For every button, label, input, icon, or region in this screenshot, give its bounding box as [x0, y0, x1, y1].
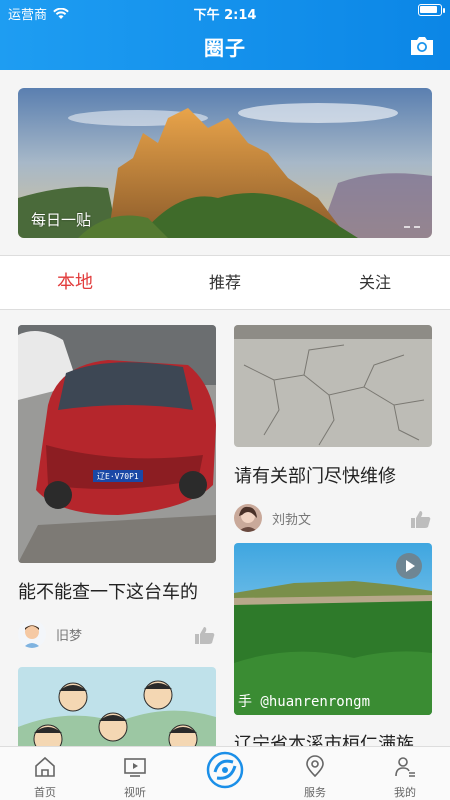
post-video[interactable]: 手 @huanrenrongm — [234, 543, 432, 715]
home-icon — [35, 756, 55, 777]
nav-label: 首页 — [34, 786, 56, 799]
post-meta: 旧梦 — [18, 619, 216, 649]
avatar-cartoon-man-icon — [18, 620, 46, 648]
header-bar: 运营商 下午 2:14 圈子 — [0, 0, 450, 70]
battery-fill — [420, 6, 438, 13]
post-image[interactable] — [234, 325, 432, 447]
status-right — [418, 4, 445, 16]
feed-column-left: 辽E·V70P1 能不能查一下这台车的 旧梦 — [18, 325, 216, 746]
status-bar: 运营商 下午 2:14 — [0, 0, 450, 23]
tab-bar: 本地 推荐 关注 — [0, 255, 450, 310]
post-title[interactable]: 能不能查一下这台车的 — [18, 581, 216, 605]
nav-service[interactable]: 服务 — [270, 747, 360, 800]
tab-recommend[interactable]: 推荐 — [150, 256, 300, 309]
nav-home[interactable]: 首页 — [0, 747, 90, 800]
svg-text:辽E·V70P1: 辽E·V70P1 — [97, 472, 139, 481]
avatar[interactable] — [18, 620, 46, 648]
content-area: 每日一贴 本地 推荐 关注 辽E·V70P1 能不能查一下这台车的 旧梦 请有关… — [0, 70, 450, 746]
cartoon-faces-photo — [18, 667, 216, 746]
post-title[interactable]: 请有关部门尽快维修 — [234, 465, 432, 489]
battery-icon — [418, 4, 445, 16]
author-name[interactable]: 旧梦 — [56, 625, 82, 644]
banner-caption: 每日一贴 — [31, 211, 92, 229]
pagination-dot — [414, 226, 420, 228]
circle-logo-icon — [206, 751, 244, 789]
post-card[interactable]: 请有关部门尽快维修 刘勃文 — [234, 325, 432, 533]
post-card[interactable] — [18, 667, 216, 746]
tv-icon — [124, 758, 146, 777]
thumbs-up-icon[interactable] — [194, 625, 216, 645]
avatar-photo-icon — [234, 504, 262, 532]
banner[interactable]: 每日一贴 — [18, 88, 432, 238]
thumbs-up-icon[interactable] — [410, 509, 432, 529]
video-watermark: 手 @huanrenrongm — [238, 694, 371, 710]
post-card[interactable]: 手 @huanrenrongm 辽宁省本溪市桓仁满族 — [234, 543, 432, 746]
profile-icon — [395, 757, 415, 777]
tab-follow[interactable]: 关注 — [300, 256, 450, 309]
nav-label: 视听 — [124, 786, 146, 799]
post-image[interactable] — [18, 667, 216, 746]
feed-column-right: 请有关部门尽快维修 刘勃文 手 @huanrenrongm 辽宁省本溪市桓仁满族 — [234, 325, 432, 746]
camera-icon[interactable] — [408, 32, 436, 60]
red-car-photo: 辽E·V70P1 — [18, 325, 216, 563]
avatar[interactable] — [234, 504, 262, 532]
app-root: 运营商 下午 2:14 圈子 每日一贴 本地 推荐 关注 辽E·V70P1 能不… — [0, 0, 450, 800]
tab-local[interactable]: 本地 — [0, 256, 150, 309]
nav-center[interactable] — [180, 747, 270, 800]
post-meta: 刘勃文 — [234, 503, 432, 533]
location-icon — [306, 755, 324, 778]
post-image[interactable]: 辽E·V70P1 — [18, 325, 216, 563]
banner-pagination — [404, 226, 420, 228]
post-card[interactable]: 辽E·V70P1 能不能查一下这台车的 旧梦 — [18, 325, 216, 649]
nav-label: 我的 — [394, 786, 416, 799]
status-time: 下午 2:14 — [193, 8, 257, 23]
nav-label: 服务 — [304, 786, 326, 799]
author-name[interactable]: 刘勃文 — [272, 509, 311, 528]
bottom-nav: 首页 视听 服务 我的 — [0, 746, 450, 800]
pagination-dot — [404, 226, 410, 228]
play-icon — [406, 560, 415, 572]
page-title: 圈子 — [204, 36, 246, 60]
nav-video[interactable]: 视听 — [90, 747, 180, 800]
cracked-road-photo — [234, 325, 432, 447]
feed: 辽E·V70P1 能不能查一下这台车的 旧梦 请有关部门尽快维修 刘勃文 手 @… — [0, 325, 450, 746]
nav-mine[interactable]: 我的 — [360, 747, 450, 800]
post-title[interactable]: 辽宁省本溪市桓仁满族 — [234, 733, 432, 746]
play-button[interactable] — [396, 553, 422, 579]
